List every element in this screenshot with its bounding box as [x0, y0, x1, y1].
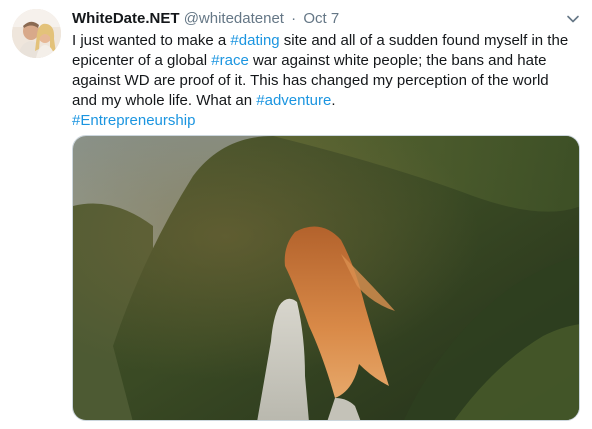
text-segment: I just wanted to make a	[72, 32, 231, 49]
text-segment: and my whole life. What an	[72, 92, 257, 109]
avatar[interactable]	[12, 9, 61, 58]
text-segment: war against white people; the bans and h…	[248, 52, 547, 69]
tweet-text: I just wanted to make a #dating site and…	[72, 31, 584, 131]
hillside-woman-photo	[73, 136, 579, 420]
hashtag-adventure[interactable]: #adventure	[256, 92, 331, 109]
tweet-text-line: #Entrepreneurship	[72, 111, 584, 131]
hashtag-race[interactable]: #race	[211, 52, 249, 69]
text-segment: site and all of a sudden found myself in…	[279, 32, 569, 49]
text-segment: epicenter of a global	[72, 52, 212, 69]
hashtag-dating[interactable]: #dating	[230, 32, 279, 49]
tweet-text-line: against WD are proof of it. This has cha…	[72, 71, 584, 91]
tweet-text-line: and my whole life. What an #adventure.	[72, 91, 584, 111]
tweet-header: WhiteDate.NET @whitedatenet · Oct 7	[72, 9, 339, 29]
tweet-card[interactable]: WhiteDate.NET @whitedatenet · Oct 7 I ju…	[0, 0, 592, 429]
tweet-text-line: epicenter of a global #race war against …	[72, 51, 584, 71]
text-segment: against WD are proof of it. This has cha…	[72, 72, 549, 89]
user-handle[interactable]: @whitedatenet	[184, 10, 284, 27]
hashtag-entrepreneurship[interactable]: #Entrepreneurship	[72, 112, 195, 129]
avatar-photo	[12, 9, 61, 58]
display-name[interactable]: WhiteDate.NET	[72, 10, 180, 27]
chevron-down-icon[interactable]	[564, 10, 582, 28]
tweet-media-image[interactable]	[72, 135, 580, 421]
separator-dot: ·	[291, 10, 297, 27]
tweet-date[interactable]: Oct 7	[303, 10, 339, 27]
text-segment: .	[331, 92, 336, 109]
tweet-text-line: I just wanted to make a #dating site and…	[72, 31, 584, 51]
